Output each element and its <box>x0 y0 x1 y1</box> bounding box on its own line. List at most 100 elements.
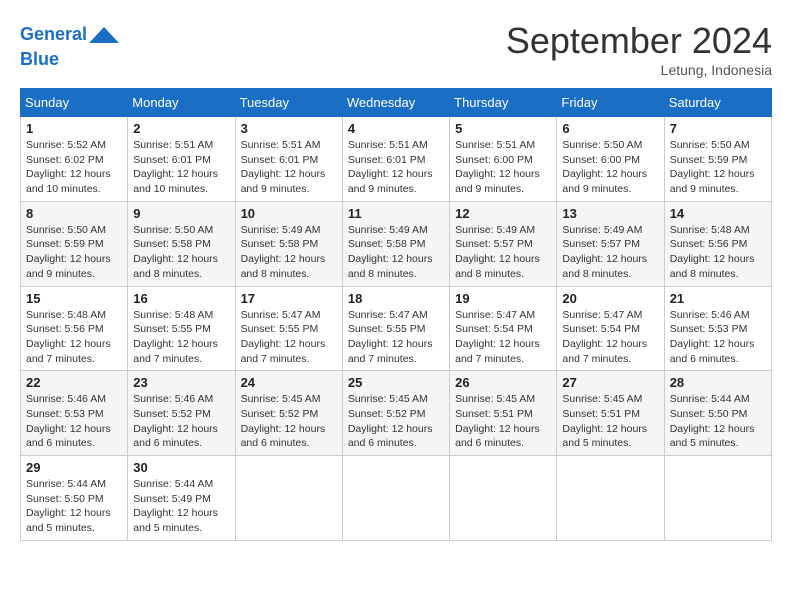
calendar-table: SundayMondayTuesdayWednesdayThursdayFrid… <box>20 88 772 541</box>
day-detail: Sunrise: 5:47 AMSunset: 5:54 PMDaylight:… <box>455 308 551 367</box>
calendar-cell: 28 Sunrise: 5:44 AMSunset: 5:50 PMDayligh… <box>664 371 771 456</box>
day-detail: Sunrise: 5:51 AMSunset: 6:00 PMDaylight:… <box>455 138 551 197</box>
calendar-week-2: 8 Sunrise: 5:50 AMSunset: 5:59 PMDaylight… <box>21 201 772 286</box>
calendar-cell: 18 Sunrise: 5:47 AMSunset: 5:55 PMDayligh… <box>342 286 449 371</box>
calendar-cell <box>235 456 342 541</box>
calendar-cell: 17 Sunrise: 5:47 AMSunset: 5:55 PMDayligh… <box>235 286 342 371</box>
calendar-week-3: 15 Sunrise: 5:48 AMSunset: 5:56 PMDayligh… <box>21 286 772 371</box>
day-detail: Sunrise: 5:45 AMSunset: 5:51 PMDaylight:… <box>562 392 658 451</box>
calendar-cell: 10Sunrise: 5:49 AMSunset: 5:58 PMDayligh… <box>235 201 342 286</box>
day-number: 22 <box>26 375 122 390</box>
calendar-cell <box>450 456 557 541</box>
day-number: 18 <box>348 291 444 306</box>
day-number: 28 <box>670 375 766 390</box>
calendar-cell: 6Sunrise: 5:50 AMSunset: 6:00 PMDaylight… <box>557 117 664 202</box>
calendar-cell: 24Sunrise: 5:45 AMSunset: 5:52 PMDayligh… <box>235 371 342 456</box>
weekday-header-saturday: Saturday <box>664 89 771 117</box>
calendar-cell: 26Sunrise: 5:45 AMSunset: 5:51 PMDayligh… <box>450 371 557 456</box>
calendar-cell: 5 Sunrise: 5:51 AMSunset: 6:00 PMDaylight… <box>450 117 557 202</box>
calendar-cell: 23 Sunrise: 5:46 AMSunset: 5:52 PMDayligh… <box>128 371 235 456</box>
day-detail: Sunrise: 5:44 AMSunset: 5:50 PMDaylight:… <box>26 477 122 536</box>
calendar-cell: 29 Sunrise: 5:44 AMSunset: 5:50 PMDayligh… <box>21 456 128 541</box>
calendar-cell: 30 Sunrise: 5:44 AMSunset: 5:49 PMDayligh… <box>128 456 235 541</box>
day-detail: Sunrise: 5:50 AMSunset: 5:59 PMDaylight:… <box>26 223 122 282</box>
calendar-cell: 27 Sunrise: 5:45 AMSunset: 5:51 PMDayligh… <box>557 371 664 456</box>
day-detail: Sunrise: 5:46 AMSunset: 5:52 PMDaylight:… <box>133 392 229 451</box>
day-detail: Sunrise: 5:48 AMSunset: 5:55 PMDaylight:… <box>133 308 229 367</box>
day-number: 7 <box>670 121 766 136</box>
day-detail: Sunrise: 5:45 AMSunset: 5:51 PMDaylight:… <box>455 392 551 451</box>
calendar-cell: 11 Sunrise: 5:49 AMSunset: 5:58 PMDayligh… <box>342 201 449 286</box>
logo-text: General Blue <box>20 20 119 70</box>
calendar-cell: 14Sunrise: 5:48 AMSunset: 5:56 PMDayligh… <box>664 201 771 286</box>
title-block: September 2024 Letung, Indonesia <box>506 20 772 78</box>
day-detail: Sunrise: 5:47 AMSunset: 5:55 PMDaylight:… <box>241 308 337 367</box>
day-number: 9 <box>133 206 229 221</box>
day-number: 11 <box>348 206 444 221</box>
calendar-cell: 1 Sunrise: 5:52 AMSunset: 6:02 PMDaylight… <box>21 117 128 202</box>
day-number: 8 <box>26 206 122 221</box>
day-detail: Sunrise: 5:51 AMSunset: 6:01 PMDaylight:… <box>348 138 444 197</box>
calendar-cell: 13 Sunrise: 5:49 AMSunset: 5:57 PMDayligh… <box>557 201 664 286</box>
logo: General Blue <box>20 20 119 70</box>
day-detail: Sunrise: 5:51 AMSunset: 6:01 PMDaylight:… <box>241 138 337 197</box>
day-number: 4 <box>348 121 444 136</box>
day-detail: Sunrise: 5:47 AMSunset: 5:55 PMDaylight:… <box>348 308 444 367</box>
calendar-cell: 20 Sunrise: 5:47 AMSunset: 5:54 PMDayligh… <box>557 286 664 371</box>
day-detail: Sunrise: 5:49 AMSunset: 5:57 PMDaylight:… <box>562 223 658 282</box>
day-number: 20 <box>562 291 658 306</box>
calendar-cell <box>664 456 771 541</box>
day-number: 12 <box>455 206 551 221</box>
day-number: 1 <box>26 121 122 136</box>
month-title: September 2024 <box>506 20 772 62</box>
page-header: General Blue September 2024 Letung, Indo… <box>20 20 772 78</box>
day-detail: Sunrise: 5:46 AMSunset: 5:53 PMDaylight:… <box>26 392 122 451</box>
day-detail: Sunrise: 5:47 AMSunset: 5:54 PMDaylight:… <box>562 308 658 367</box>
calendar-week-1: 1 Sunrise: 5:52 AMSunset: 6:02 PMDaylight… <box>21 117 772 202</box>
day-detail: Sunrise: 5:44 AMSunset: 5:49 PMDaylight:… <box>133 477 229 536</box>
day-number: 5 <box>455 121 551 136</box>
weekday-header-wednesday: Wednesday <box>342 89 449 117</box>
calendar-cell: 22 Sunrise: 5:46 AMSunset: 5:53 PMDayligh… <box>21 371 128 456</box>
day-number: 21 <box>670 291 766 306</box>
calendar-cell <box>342 456 449 541</box>
day-number: 15 <box>26 291 122 306</box>
day-detail: Sunrise: 5:49 AMSunset: 5:58 PMDaylight:… <box>348 223 444 282</box>
calendar-cell: 9 Sunrise: 5:50 AMSunset: 5:58 PMDaylight… <box>128 201 235 286</box>
calendar-cell <box>557 456 664 541</box>
weekday-header-friday: Friday <box>557 89 664 117</box>
day-number: 13 <box>562 206 658 221</box>
calendar-cell: 4 Sunrise: 5:51 AMSunset: 6:01 PMDaylight… <box>342 117 449 202</box>
day-detail: Sunrise: 5:45 AMSunset: 5:52 PMDaylight:… <box>348 392 444 451</box>
day-number: 29 <box>26 460 122 475</box>
day-number: 25 <box>348 375 444 390</box>
day-number: 17 <box>241 291 337 306</box>
day-number: 10 <box>241 206 337 221</box>
calendar-cell: 19Sunrise: 5:47 AMSunset: 5:54 PMDayligh… <box>450 286 557 371</box>
weekday-header-tuesday: Tuesday <box>235 89 342 117</box>
calendar-cell: 2 Sunrise: 5:51 AMSunset: 6:01 PMDaylight… <box>128 117 235 202</box>
weekday-header-sunday: Sunday <box>21 89 128 117</box>
day-detail: Sunrise: 5:52 AMSunset: 6:02 PMDaylight:… <box>26 138 122 197</box>
day-number: 14 <box>670 206 766 221</box>
calendar-cell: 8 Sunrise: 5:50 AMSunset: 5:59 PMDaylight… <box>21 201 128 286</box>
calendar-cell: 3Sunrise: 5:51 AMSunset: 6:01 PMDaylight… <box>235 117 342 202</box>
day-number: 27 <box>562 375 658 390</box>
calendar-cell: 21 Sunrise: 5:46 AMSunset: 5:53 PMDayligh… <box>664 286 771 371</box>
weekday-header-monday: Monday <box>128 89 235 117</box>
day-detail: Sunrise: 5:46 AMSunset: 5:53 PMDaylight:… <box>670 308 766 367</box>
calendar-cell: 25 Sunrise: 5:45 AMSunset: 5:52 PMDayligh… <box>342 371 449 456</box>
day-detail: Sunrise: 5:48 AMSunset: 5:56 PMDaylight:… <box>26 308 122 367</box>
day-detail: Sunrise: 5:44 AMSunset: 5:50 PMDaylight:… <box>670 392 766 451</box>
day-number: 30 <box>133 460 229 475</box>
day-detail: Sunrise: 5:49 AMSunset: 5:57 PMDaylight:… <box>455 223 551 282</box>
day-detail: Sunrise: 5:50 AMSunset: 5:58 PMDaylight:… <box>133 223 229 282</box>
day-detail: Sunrise: 5:51 AMSunset: 6:01 PMDaylight:… <box>133 138 229 197</box>
day-number: 24 <box>241 375 337 390</box>
weekday-header-thursday: Thursday <box>450 89 557 117</box>
day-number: 2 <box>133 121 229 136</box>
calendar-cell: 12 Sunrise: 5:49 AMSunset: 5:57 PMDayligh… <box>450 201 557 286</box>
day-number: 16 <box>133 291 229 306</box>
day-number: 23 <box>133 375 229 390</box>
calendar-week-5: 29 Sunrise: 5:44 AMSunset: 5:50 PMDayligh… <box>21 456 772 541</box>
